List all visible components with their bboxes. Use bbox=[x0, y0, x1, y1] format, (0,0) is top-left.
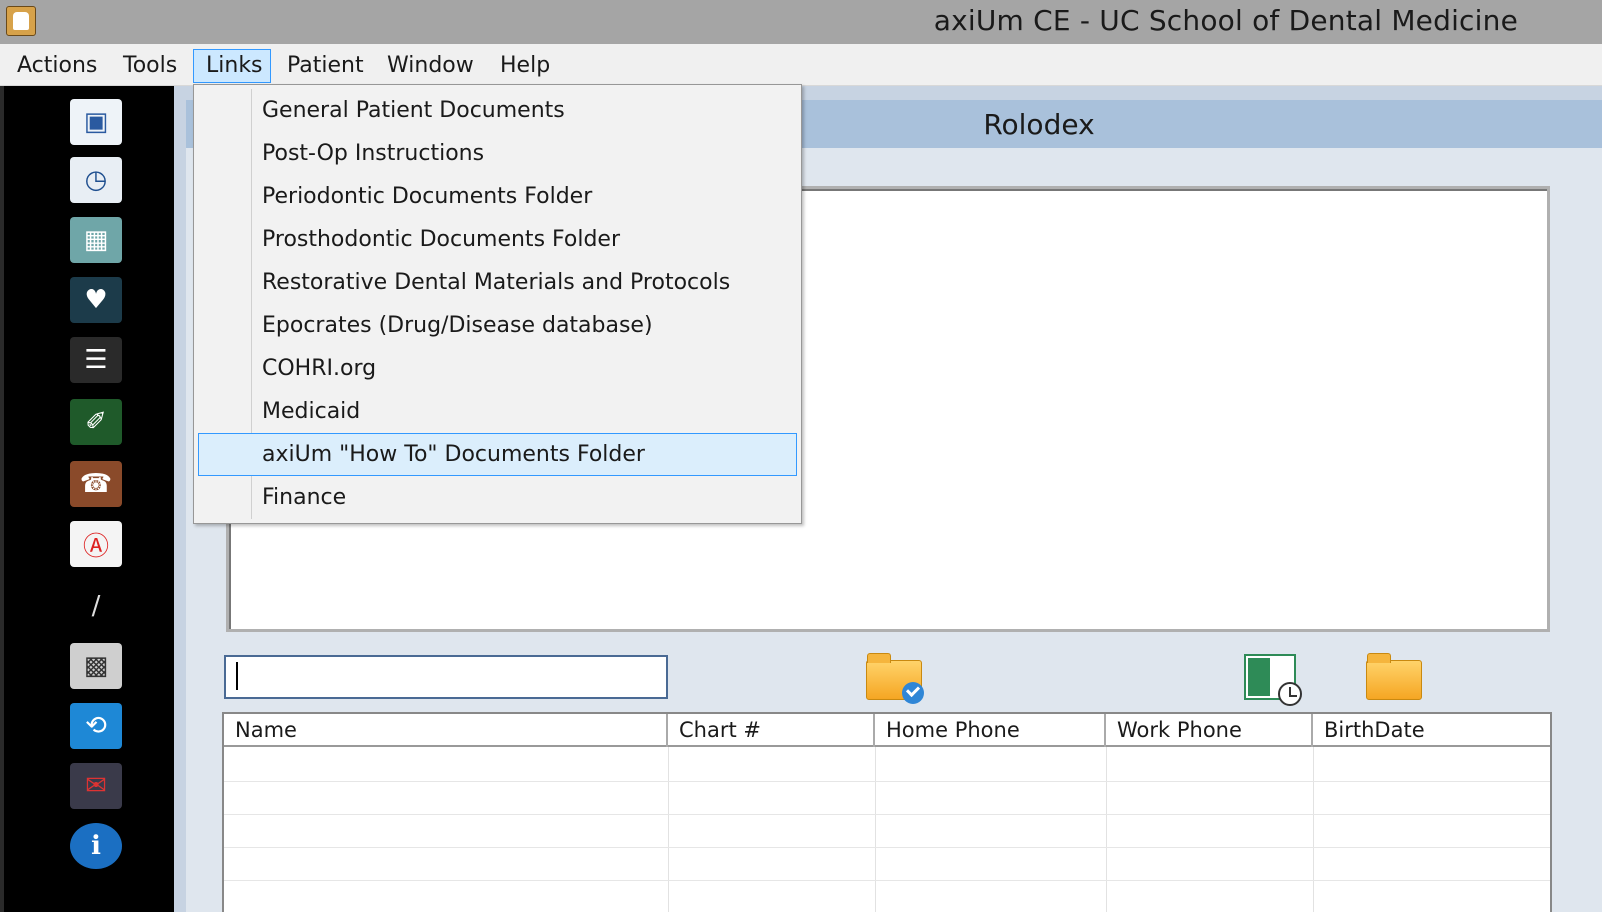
menu-actions[interactable]: Actions bbox=[4, 49, 110, 83]
rolodex-table: Name Chart # Home Phone Work Phone Birth… bbox=[222, 712, 1552, 912]
menu-patient[interactable]: Patient bbox=[274, 49, 377, 83]
table-row[interactable] bbox=[224, 848, 1550, 881]
folder-button[interactable] bbox=[1366, 650, 1426, 704]
menu-item-medicaid[interactable]: Medicaid bbox=[198, 390, 797, 433]
column-header-home-phone[interactable]: Home Phone bbox=[875, 714, 1106, 747]
module-toolbar: ▣ ◷ ▦ ♥ ☰ ✐ ☎ Ⓐ ∕ ▩ ⟲ ✉ ℹ bbox=[0, 86, 174, 912]
menu-item-prosthodontic-documents[interactable]: Prosthodontic Documents Folder bbox=[198, 218, 797, 261]
table-row[interactable] bbox=[224, 815, 1550, 848]
links-dropdown-menu: General Patient Documents Post-Op Instru… bbox=[193, 84, 802, 524]
window-title: axiUm CE - UC School of Dental Medicine bbox=[933, 4, 1518, 37]
menu-tools[interactable]: Tools bbox=[110, 49, 190, 83]
folder-icon bbox=[1366, 653, 1422, 700]
app-logo-icon[interactable] bbox=[6, 6, 36, 36]
reload-arrow-icon[interactable]: ⟲ bbox=[68, 700, 124, 752]
table-row[interactable] bbox=[224, 782, 1550, 815]
menu-item-post-op-instructions[interactable]: Post-Op Instructions bbox=[198, 132, 797, 175]
menu-item-periodontic-documents[interactable]: Periodontic Documents Folder bbox=[198, 175, 797, 218]
table-header: Name Chart # Home Phone Work Phone Birth… bbox=[224, 714, 1550, 747]
calculator-icon[interactable]: ▦ bbox=[68, 214, 124, 266]
mail-icon[interactable]: ✉ bbox=[68, 760, 124, 812]
address-book-icon[interactable]: ☎ bbox=[68, 458, 124, 510]
appointments-button[interactable] bbox=[1242, 652, 1302, 706]
column-header-chart[interactable]: Chart # bbox=[668, 714, 875, 747]
column-header-work-phone[interactable]: Work Phone bbox=[1106, 714, 1313, 747]
tooth-icon[interactable]: ♥ bbox=[68, 274, 124, 326]
clock-icon bbox=[1278, 682, 1302, 706]
clip-document-icon[interactable]: ✐ bbox=[68, 396, 124, 448]
search-input[interactable] bbox=[224, 655, 668, 699]
check-icon bbox=[902, 682, 924, 704]
menu-window[interactable]: Window bbox=[374, 49, 487, 83]
menu-item-how-to-documents[interactable]: axiUm "How To" Documents Folder bbox=[198, 433, 797, 476]
rolodex-card-icon[interactable]: ▣ bbox=[68, 96, 124, 148]
menu-help[interactable]: Help bbox=[487, 49, 563, 83]
menu-item-cohri[interactable]: COHRI.org bbox=[198, 347, 797, 390]
table-row[interactable] bbox=[224, 881, 1550, 912]
menu-item-restorative-materials[interactable]: Restorative Dental Materials and Protoco… bbox=[198, 261, 797, 304]
teeth-chart-icon[interactable]: ☰ bbox=[68, 334, 124, 386]
xray-icon[interactable]: ▩ bbox=[68, 640, 124, 692]
open-folder-button[interactable] bbox=[866, 650, 926, 704]
menu-bar: Actions Tools Links Patient Window Help bbox=[0, 44, 1602, 86]
text-caret bbox=[236, 662, 238, 690]
title-bar: axiUm CE - UC School of Dental Medicine bbox=[0, 0, 1602, 44]
menu-item-epocrates[interactable]: Epocrates (Drug/Disease database) bbox=[198, 304, 797, 347]
menu-links[interactable]: Links bbox=[193, 49, 271, 83]
menu-item-finance[interactable]: Finance bbox=[198, 476, 797, 519]
form-alert-icon[interactable]: Ⓐ bbox=[68, 518, 124, 570]
appointment-book-icon[interactable]: ◷ bbox=[68, 154, 124, 206]
dental-instruments-icon[interactable]: ∕ bbox=[68, 580, 124, 632]
menu-item-general-patient-documents[interactable]: General Patient Documents bbox=[198, 89, 797, 132]
column-header-birthdate[interactable]: BirthDate bbox=[1313, 714, 1550, 747]
table-row[interactable] bbox=[224, 749, 1550, 782]
info-icon[interactable]: ℹ bbox=[68, 820, 124, 872]
column-header-name[interactable]: Name bbox=[224, 714, 668, 747]
